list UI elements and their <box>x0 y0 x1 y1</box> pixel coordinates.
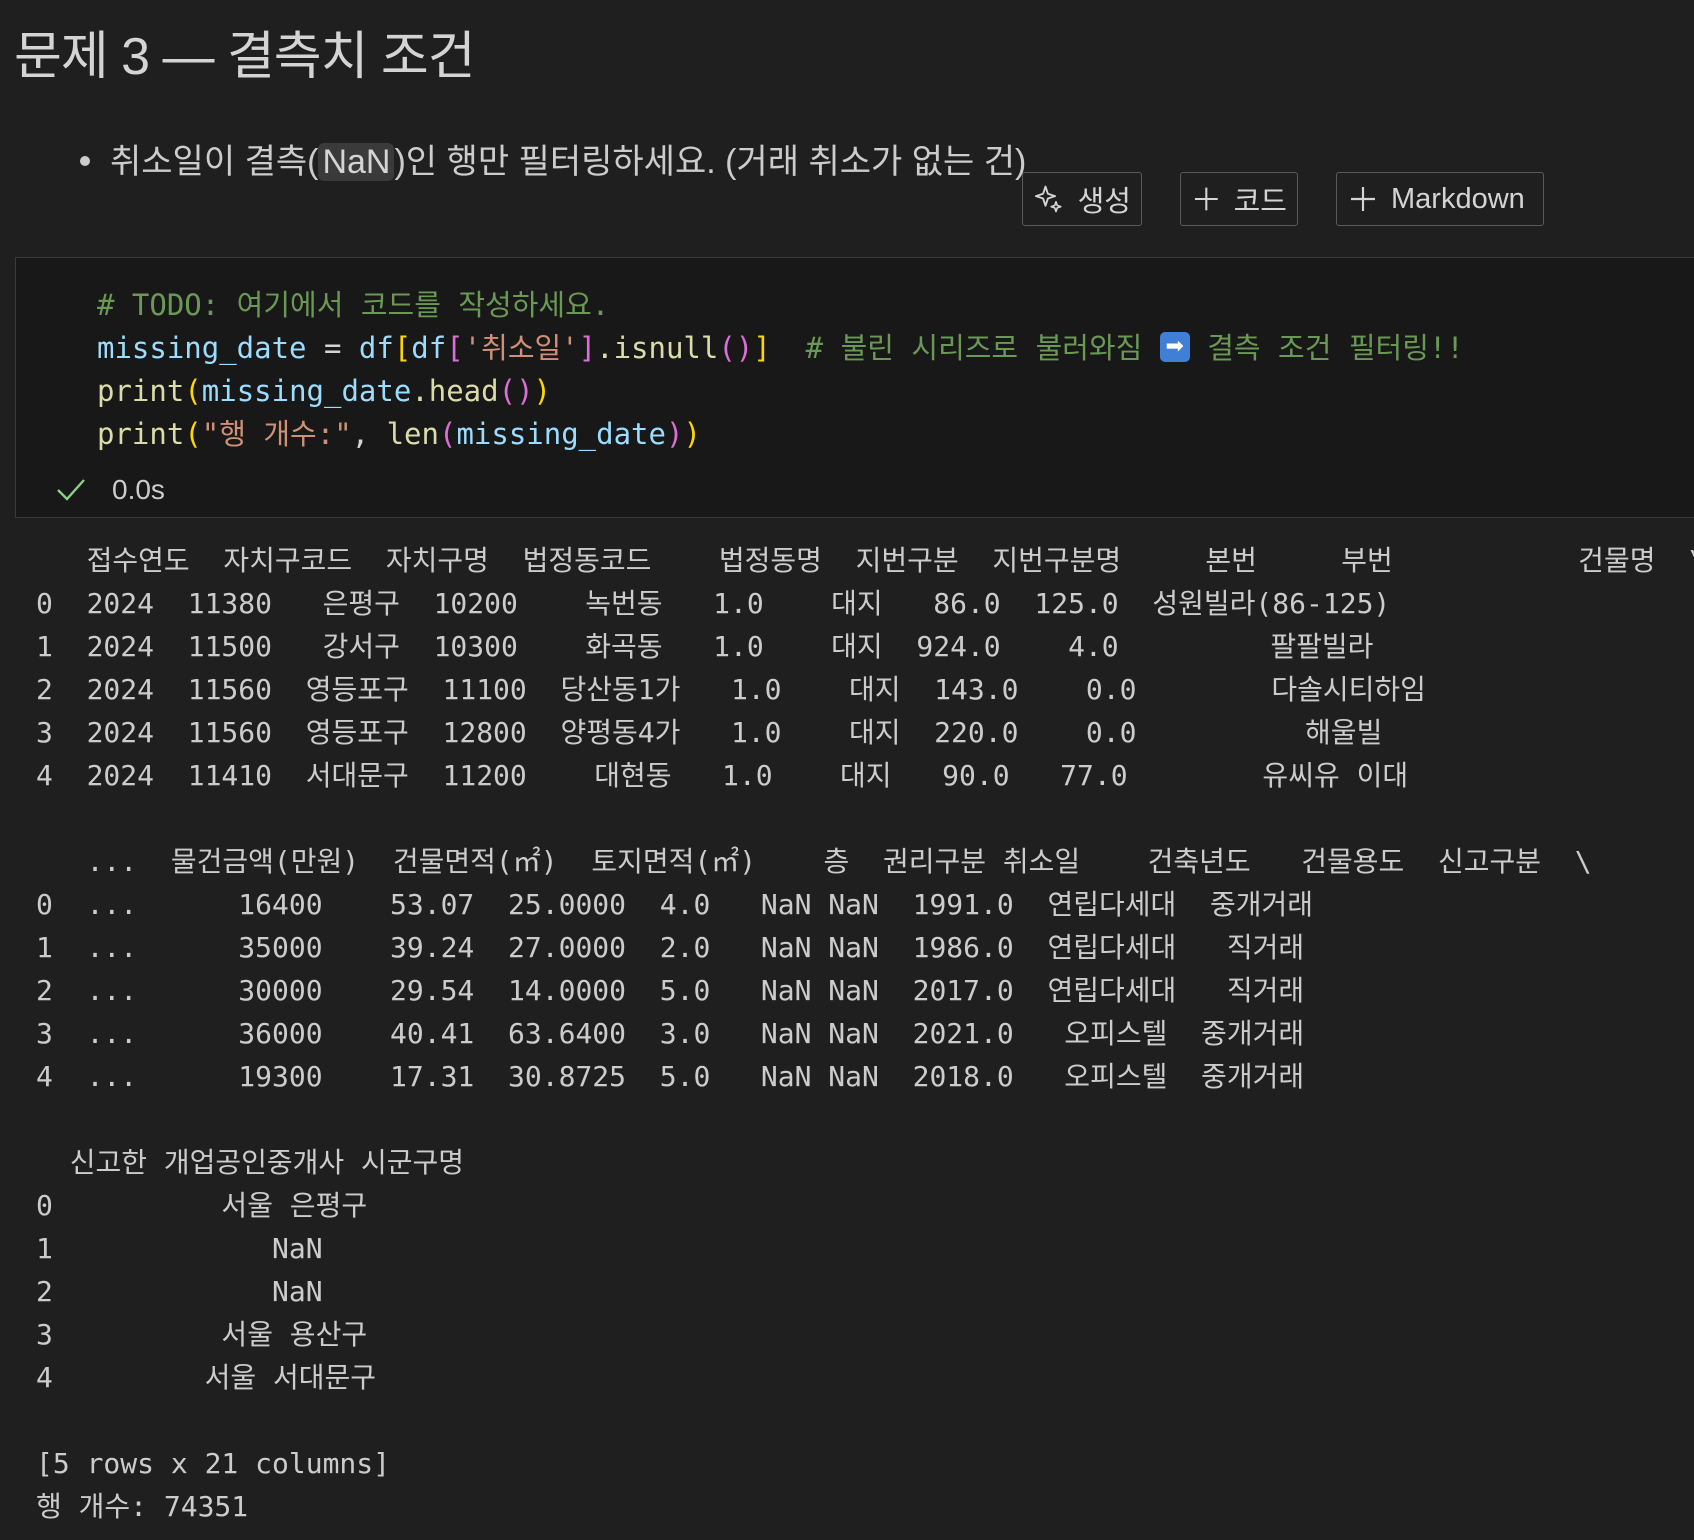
output-line: 3 ... 36000 40.41 63.6400 3.0 NaN NaN 20… <box>36 1017 1305 1050</box>
comma: , <box>351 417 387 451</box>
add-code-cell-button[interactable]: 코드 <box>1180 172 1298 226</box>
output-line: 2 2024 11560 영등포구 11100 당산동1가 1.0 대지 143… <box>36 673 1426 706</box>
right-arrow-icon: ➡ <box>1159 332 1190 362</box>
bracket: ( <box>184 417 202 451</box>
plus-icon <box>1351 187 1375 211</box>
var-missing-date: missing_date <box>97 331 307 365</box>
output-line: 0 2024 11380 은평구 10200 녹번동 1.0 대지 86.0 1… <box>36 587 1391 620</box>
bracket: ) <box>683 417 701 451</box>
code-line-3: print(missing_date.head()) <box>97 370 1464 413</box>
code-editor[interactable]: # TODO: 여기에서 코드를 작성하세요. missing_date = df… <box>97 284 1464 456</box>
output-line: 2 NaN <box>36 1275 323 1308</box>
plus-icon <box>1194 187 1218 211</box>
code-label: 코드 <box>1233 186 1287 218</box>
bracket: ] <box>753 331 771 365</box>
sparkle-icon <box>1035 185 1062 213</box>
output-line: 4 2024 11410 서대문구 11200 대현동 1.0 대지 90.0 … <box>36 759 1409 792</box>
output-line: 0 서울 은평구 <box>36 1189 368 1222</box>
string-literal: "행 개수:" <box>201 417 352 451</box>
func-print: print <box>97 374 185 408</box>
bracket: ] <box>578 331 597 365</box>
output-line: 접수연도 자치구코드 자치구명 법정동코드 법정동명 지번구분 지번구분명 본번… <box>36 544 1694 577</box>
output-line: 1 ... 35000 39.24 27.0000 2.0 NaN NaN 19… <box>36 931 1305 964</box>
execution-time: 0.0s <box>112 474 165 505</box>
bracket: [ <box>393 331 412 365</box>
var-missing-date: missing_date <box>201 374 412 408</box>
output-line: 2 ... 30000 29.54 14.0000 5.0 NaN NaN 20… <box>36 974 1305 1007</box>
output-line: 3 2024 11560 영등포구 12800 양평동4가 1.0 대지 220… <box>36 716 1383 749</box>
method-isnull: .isnull <box>596 331 719 365</box>
func-print: print <box>97 417 185 451</box>
markdown-label: Markdown <box>1391 182 1525 215</box>
instruction-text-before: 취소일이 결측( <box>110 143 319 181</box>
cell-output: 접수연도 자치구코드 자치구명 법정동코드 법정동명 지번구분 지번구분명 본번… <box>36 539 1694 1528</box>
output-line: 행 개수: 74351 <box>36 1490 249 1523</box>
bracket: ( <box>184 374 202 408</box>
output-line: [5 rows x 21 columns] <box>36 1447 391 1480</box>
bracket: [ <box>446 331 464 365</box>
var-missing-date: missing_date <box>456 417 666 451</box>
output-line: 1 NaN <box>36 1232 323 1265</box>
func-len: len <box>386 417 439 451</box>
generate-button[interactable]: 생성 <box>1022 172 1142 226</box>
bullet-dot <box>80 156 90 167</box>
code-line-2: missing_date = df[df['취소일'].isnull()] # … <box>97 327 1464 370</box>
var-df: df <box>411 331 447 365</box>
bracket: ) <box>533 374 551 408</box>
generate-label: 생성 <box>1077 186 1131 218</box>
output-line: 신고한 개업공인중개사 시군구명 <box>36 1146 465 1179</box>
bracket: ) <box>665 417 684 451</box>
add-markdown-cell-button[interactable]: Markdown <box>1336 172 1544 226</box>
output-line: 4 서울 서대문구 <box>36 1361 376 1394</box>
bracket: ( <box>438 417 457 451</box>
markdown-heading: 문제 3 — 결측치 조건 <box>14 28 476 86</box>
output-line: 4 ... 19300 17.31 30.8725 5.0 NaN NaN 20… <box>36 1060 1305 1093</box>
check-icon <box>57 479 85 501</box>
output-line: 1 2024 11500 강서구 10300 화곡동 1.0 대지 924.0 … <box>36 630 1374 663</box>
code-cell[interactable]: # TODO: 여기에서 코드를 작성하세요. missing_date = df… <box>15 257 1694 518</box>
bracket: () <box>498 374 534 408</box>
instruction-text-after: )인 행만 필터링하세요. (거래 취소가 없는 건) <box>394 143 1027 181</box>
output-line: ... 물건금액(만원) 건물면적(㎡) 토지면적(㎡) 층 권리구분 취소일 … <box>36 845 1592 878</box>
inline-code-nan: NaN <box>318 143 395 181</box>
output-line: 3 서울 용산구 <box>36 1318 368 1351</box>
method-head: .head <box>411 374 499 408</box>
output-line: 0 ... 16400 53.07 25.0000 4.0 NaN NaN 19… <box>36 888 1314 921</box>
instruction-bullet: 취소일이 결측(NaN)인 행만 필터링하세요. (거래 취소가 없는 건) <box>80 134 1026 183</box>
execution-status: 0.0s <box>56 470 165 510</box>
todo-comment: # TODO: 여기에서 코드를 작성하세요. <box>97 288 610 322</box>
assign-op: = <box>306 331 359 365</box>
var-df: df <box>358 331 394 365</box>
string-literal: '취소일' <box>463 331 579 365</box>
code-line-1: # TODO: 여기에서 코드를 작성하세요. <box>97 284 1464 327</box>
code-line-4: print("행 개수:", len(missing_date)) <box>97 413 1464 456</box>
bracket: () <box>718 331 754 365</box>
inline-comment: # 불린 시리즈로 불러와짐 <box>805 331 1160 365</box>
inline-comment: 결측 조건 필터링!! <box>1189 331 1464 365</box>
